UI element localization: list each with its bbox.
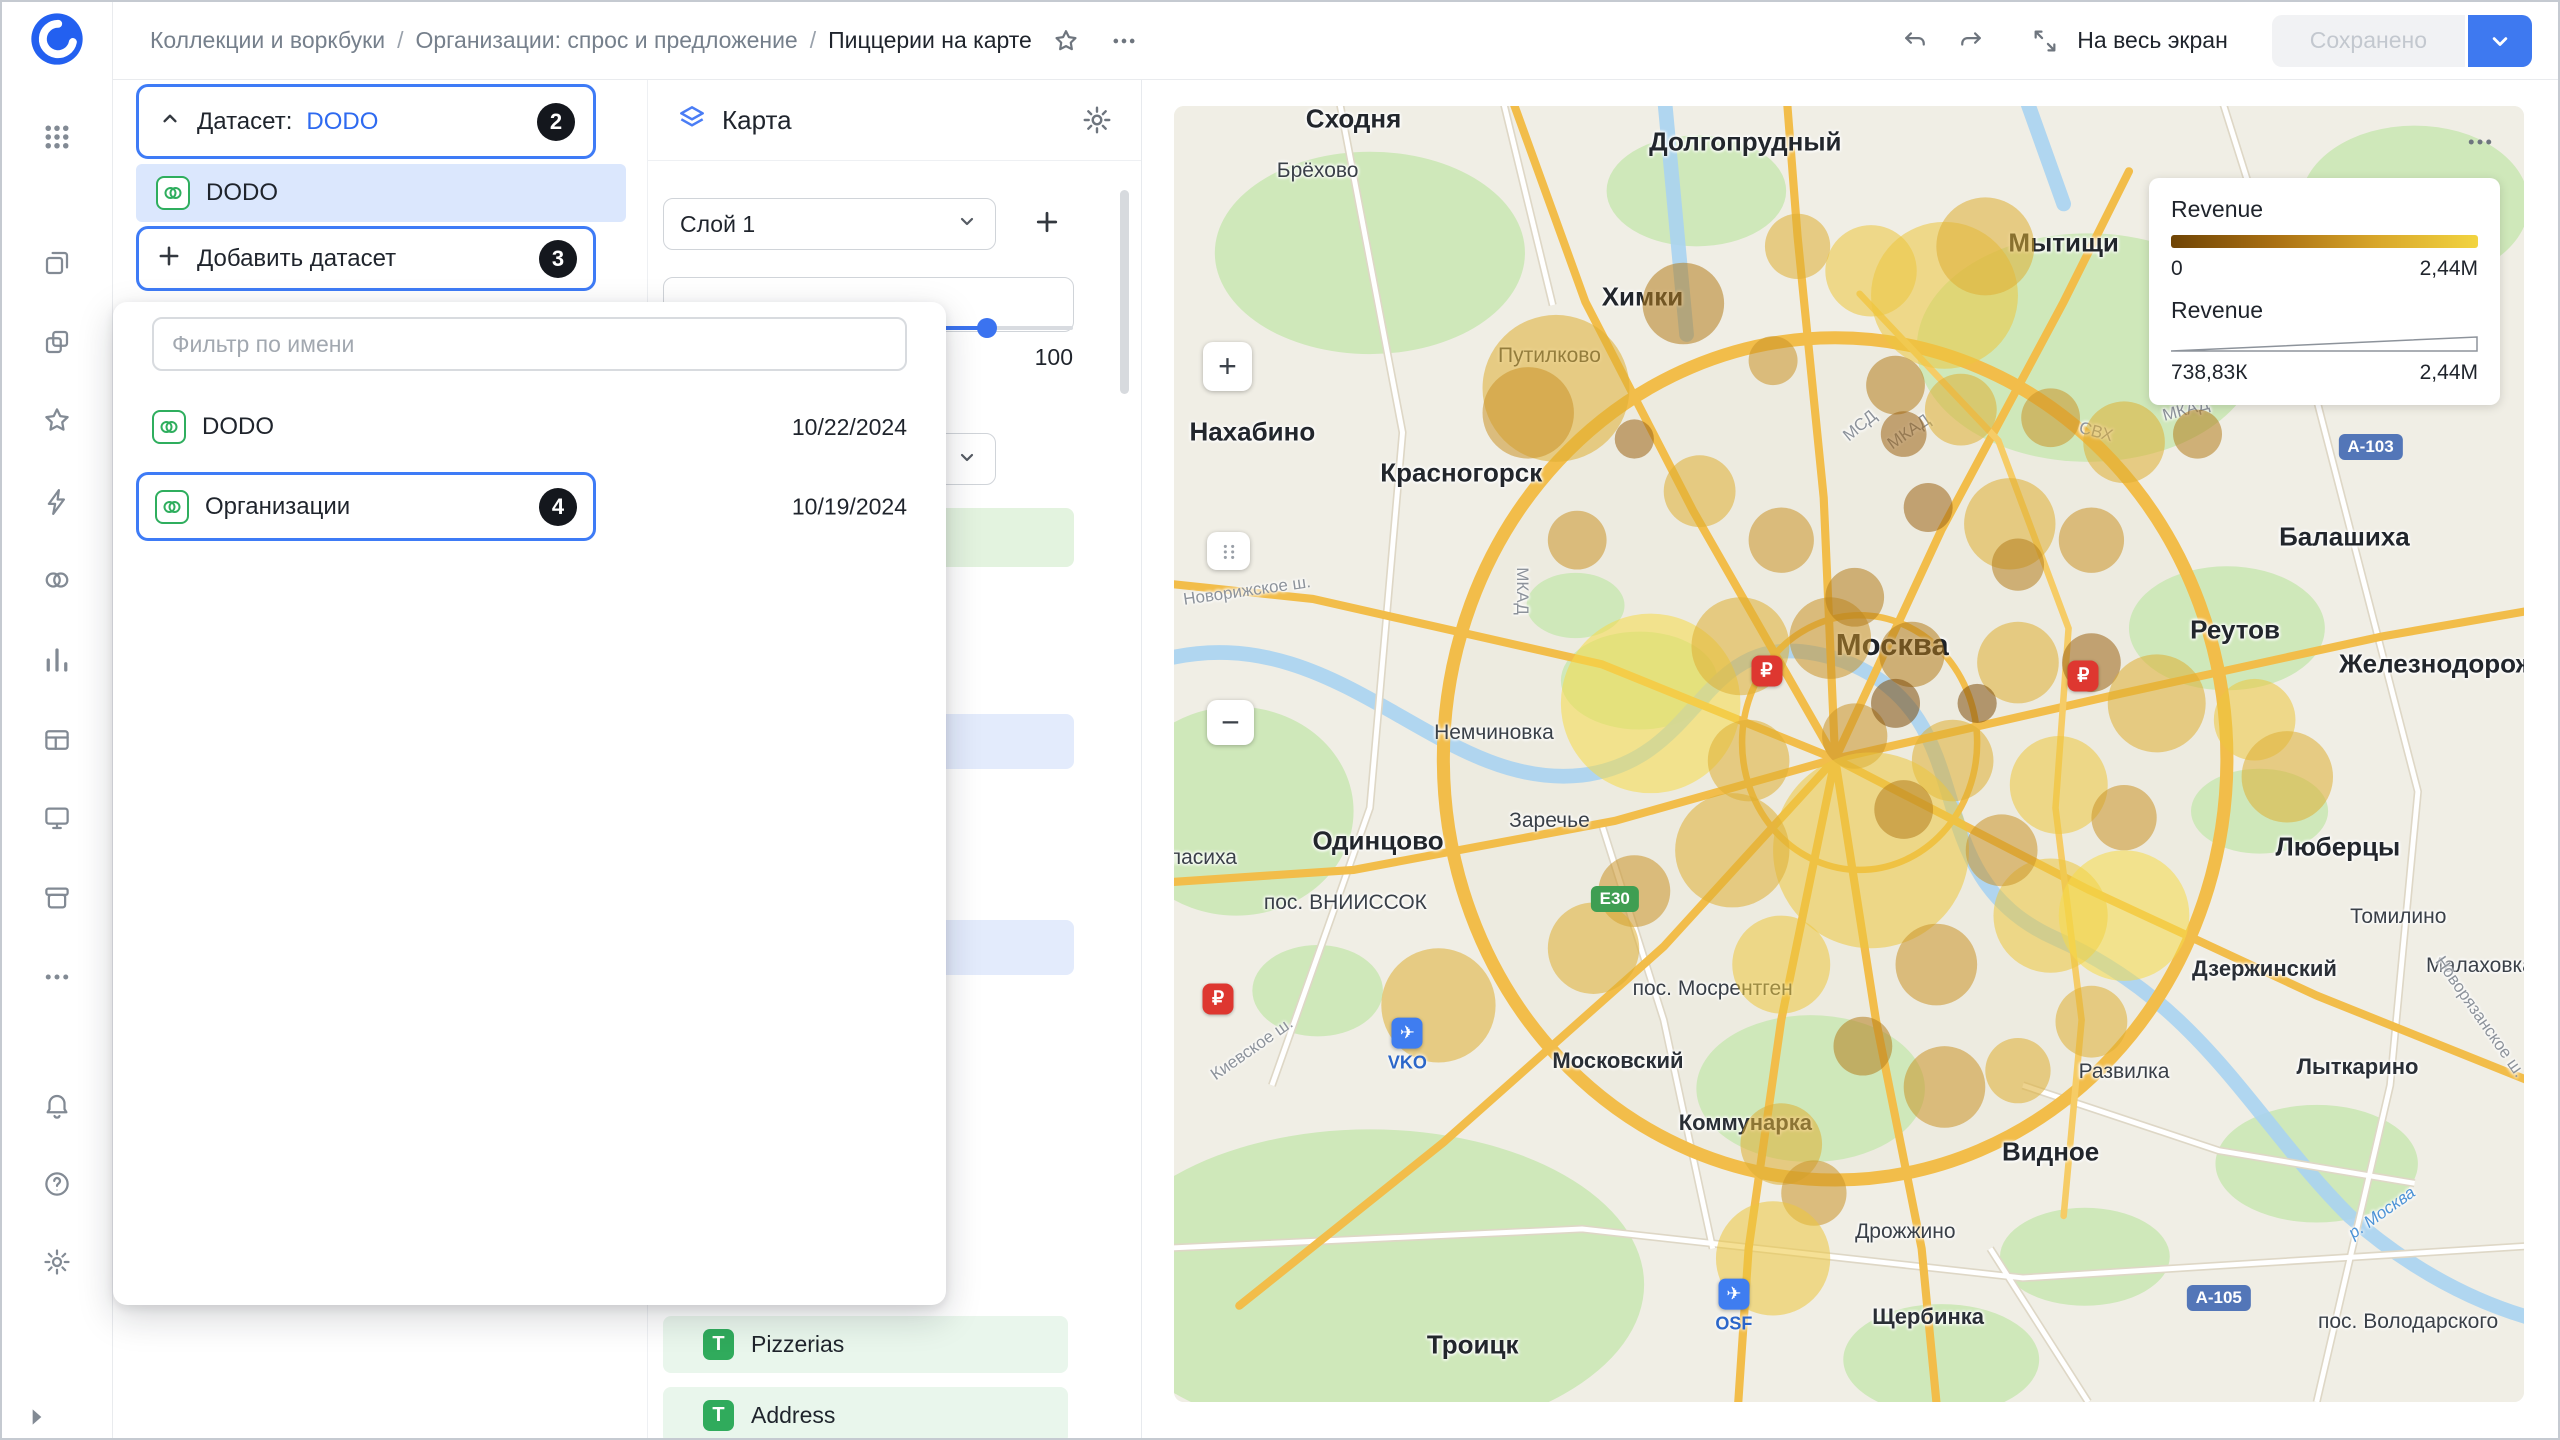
legend-color-max: 2,44M	[2420, 257, 2478, 281]
dataset-icon	[156, 176, 190, 210]
legend-size-title: Revenue	[2171, 297, 2478, 324]
selected-dataset-name: DODO	[206, 179, 278, 207]
text-type-icon: T	[703, 1400, 734, 1431]
datasets-icon[interactable]	[32, 555, 82, 605]
collections-icon[interactable]	[32, 238, 82, 288]
dataset-icon	[155, 490, 189, 524]
sidebar	[2, 2, 113, 1438]
step-badge-4: 4	[539, 488, 577, 526]
dataset-combobox-label: Датасет:	[197, 108, 292, 136]
dataset-option-date: 10/19/2024	[792, 493, 907, 520]
legend-size-glyph	[2171, 336, 2478, 352]
save-dropdown-button[interactable]	[2468, 15, 2532, 67]
add-layer-button[interactable]	[1021, 198, 1073, 250]
breadcrumb-separator: /	[810, 27, 816, 54]
apps-grid-icon[interactable]	[32, 112, 82, 162]
selected-dataset-row[interactable]: DODO	[136, 164, 626, 222]
panel-scrollbar[interactable]	[1120, 190, 1129, 394]
redo-icon[interactable]	[1949, 19, 1993, 63]
legend-color-gradient	[2171, 235, 2478, 248]
plus-icon	[1032, 207, 1062, 242]
workbooks-icon[interactable]	[32, 317, 82, 367]
topbar: Коллекции и воркбуки / Организации: спро…	[113, 2, 2558, 80]
charts-icon[interactable]	[32, 635, 82, 685]
slider-value: 100	[942, 344, 1073, 371]
legend-size-min: 738,83К	[2171, 361, 2247, 385]
text-type-icon: T	[703, 1329, 734, 1360]
field-pizzerias[interactable]: T Pizzerias	[663, 1316, 1068, 1373]
dashboards-icon[interactable]	[32, 793, 82, 843]
notifications-icon[interactable]	[32, 1081, 82, 1131]
dataset-option-highlight[interactable]: Организации 4	[136, 472, 596, 541]
add-dataset-button[interactable]: Добавить датасет 3	[136, 226, 596, 291]
map-chart-icon	[676, 102, 708, 139]
page-title: Пиццерии на карте	[828, 27, 1032, 54]
chart-settings-gear-icon[interactable]	[1081, 104, 1113, 136]
map[interactable]: СходняБрёховоДолгопрудныйМытищиХимкиПути…	[1174, 106, 2524, 1402]
chevron-down-icon	[955, 445, 979, 474]
legend-color-title: Revenue	[2171, 196, 2478, 223]
slider-knob[interactable]	[977, 318, 997, 338]
settings-icon[interactable]	[32, 1237, 82, 1287]
dataset-filter-input[interactable]	[152, 317, 907, 371]
saved-button[interactable]: Сохранено	[2272, 15, 2465, 67]
layer-select-value: Слой 1	[680, 211, 755, 238]
app-window: Коллекции и воркбуки / Организации: спро…	[0, 0, 2560, 1440]
favorites-icon[interactable]	[32, 395, 82, 445]
breadcrumb-workbook[interactable]: Организации: спрос и предложение	[415, 27, 797, 54]
dataset-option-name: DODO	[202, 413, 274, 441]
dataset-combobox-value: DODO	[306, 108, 378, 136]
chart-type-title: Карта	[722, 105, 792, 136]
dataset-combobox[interactable]: Датасет: DODO 2	[136, 84, 596, 159]
dataset-option-name: Организации	[205, 493, 350, 521]
storage-icon[interactable]	[32, 873, 82, 923]
dataset-option-organizations[interactable]: Организации 4 10/19/2024	[113, 472, 946, 541]
layer-select[interactable]: Слой 1	[663, 198, 996, 250]
chart-panel-header: Карта	[648, 80, 1141, 161]
opacity-slider[interactable]	[942, 326, 1073, 330]
map-more-icon[interactable]	[2458, 126, 2502, 158]
dataset-option-date: 10/22/2024	[792, 414, 907, 441]
map-area: СходняБрёховоДолгопрудныйМытищиХимкиПути…	[1142, 80, 2558, 1438]
breadcrumb-collections[interactable]: Коллекции и воркбуки	[150, 27, 385, 54]
add-dataset-label: Добавить датасет	[197, 245, 396, 273]
topbar-actions: На весь экран Сохранено	[1893, 15, 2532, 67]
field-label: Pizzerias	[751, 1331, 844, 1358]
more-icon[interactable]	[32, 952, 82, 1002]
more-actions-icon[interactable]	[1102, 19, 1146, 63]
legend-size-max: 2,44М	[2420, 361, 2478, 385]
functions-icon[interactable]	[32, 477, 82, 527]
legend-color-min: 0	[2171, 257, 2183, 281]
map-legend: Revenue 0 2,44M Revenue 738,83К 2,44М	[2149, 178, 2500, 405]
undo-icon[interactable]	[1893, 19, 1937, 63]
tables-icon[interactable]	[32, 715, 82, 765]
help-icon[interactable]	[32, 1159, 82, 1209]
chevron-up-icon	[157, 106, 183, 137]
breadcrumb-separator: /	[397, 27, 403, 54]
plus-icon	[155, 242, 183, 275]
datalens-logo[interactable]	[29, 11, 85, 67]
dataset-icon	[152, 410, 186, 444]
zoom-in-button[interactable]: +	[1203, 342, 1252, 391]
sidebar-collapse-button[interactable]	[12, 1392, 62, 1440]
favorite-star-icon[interactable]	[1044, 19, 1088, 63]
dataset-dropdown: DODO 10/22/2024 Организации 4 10/19/2024	[113, 302, 946, 1305]
step-badge-3: 3	[539, 240, 577, 278]
zoom-out-button[interactable]: −	[1207, 700, 1254, 745]
fullscreen-label[interactable]: На весь экран	[2077, 27, 2228, 54]
step-badge-2: 2	[537, 103, 575, 141]
field-label: Address	[751, 1402, 835, 1429]
field-address[interactable]: T Address	[663, 1387, 1068, 1440]
breadcrumb: Коллекции и воркбуки / Организации: спро…	[150, 27, 1032, 54]
dataset-option-dodo[interactable]: DODO 10/22/2024	[152, 395, 907, 459]
chevron-down-icon	[2486, 27, 2514, 55]
zoom-drag-handle[interactable]	[1207, 532, 1250, 570]
fullscreen-icon[interactable]	[2023, 19, 2067, 63]
chevron-down-icon	[955, 209, 979, 239]
